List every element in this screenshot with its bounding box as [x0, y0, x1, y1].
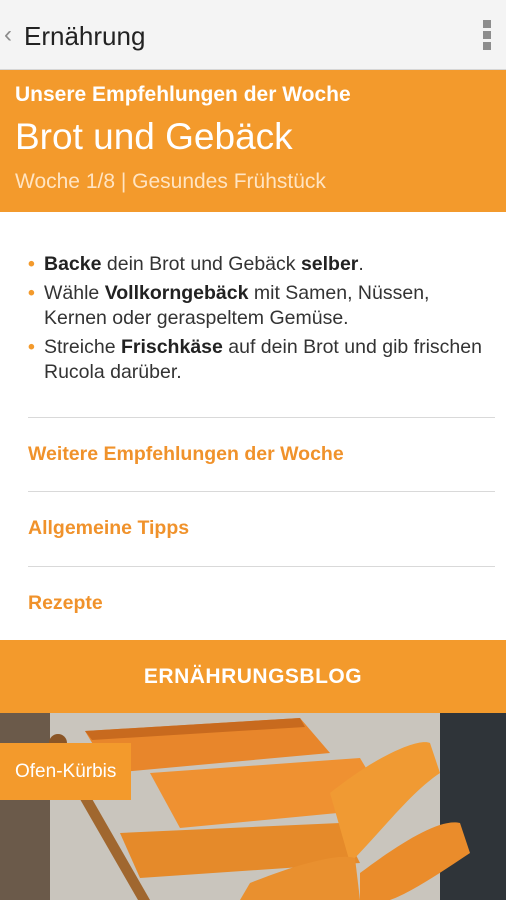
- page-title: Brot und Gebäck: [15, 116, 293, 157]
- tip-emphasis: Vollkorngebäck: [104, 282, 249, 304]
- tip-text: .: [358, 253, 364, 275]
- tip-emphasis: selber: [300, 253, 359, 275]
- app-bar: ‹ Ernährung: [0, 0, 506, 70]
- tip-item: • Backe dein Brot und Gebäck selber.: [28, 252, 488, 277]
- tip-text: dein Brot und Gebäck: [101, 253, 301, 275]
- tip-item: • Streiche Frischkäse auf dein Brot und g…: [28, 335, 488, 385]
- general-tips-link[interactable]: Allgemeine Tipps: [28, 517, 189, 540]
- bullet-icon: •: [28, 282, 35, 304]
- divider: [28, 491, 495, 492]
- app-title[interactable]: Ernährung: [24, 20, 145, 52]
- recipes-link[interactable]: Rezepte: [28, 592, 103, 615]
- overflow-menu-icon[interactable]: [482, 20, 492, 52]
- divider: [28, 417, 495, 418]
- weekly-header: Unsere Empfehlungen der Woche Brot und G…: [0, 70, 506, 212]
- roasted-pumpkin-image: [0, 713, 506, 900]
- nutrition-blog-button[interactable]: ERNÄHRUNGSBLOG: [0, 640, 506, 713]
- tip-emphasis: Backe: [44, 253, 102, 275]
- tip-emphasis: Frischkäse: [120, 336, 223, 358]
- tip-text: Streiche: [44, 336, 121, 358]
- tip-text: Wähle: [44, 282, 105, 304]
- photo-caption[interactable]: Ofen-Kürbis: [0, 743, 132, 800]
- more-recommendations-link[interactable]: Weitere Empfehlungen der Woche: [28, 443, 344, 466]
- tips-list: • Backe dein Brot und Gebäck selber. • Wähl…: [28, 252, 488, 389]
- divider: [28, 566, 495, 567]
- week-label: Woche 1/8 | Gesundes Frühstück: [15, 170, 326, 193]
- back-chevron-icon[interactable]: ‹: [4, 20, 12, 50]
- header-subtitle: Unsere Empfehlungen der Woche: [15, 83, 351, 106]
- bullet-icon: •: [28, 253, 35, 275]
- tip-item: • Wähle Vollkorngebäck mit Samen, Nüssen,…: [28, 281, 488, 331]
- blog-teaser-image[interactable]: [0, 713, 506, 900]
- bullet-icon: •: [28, 336, 35, 358]
